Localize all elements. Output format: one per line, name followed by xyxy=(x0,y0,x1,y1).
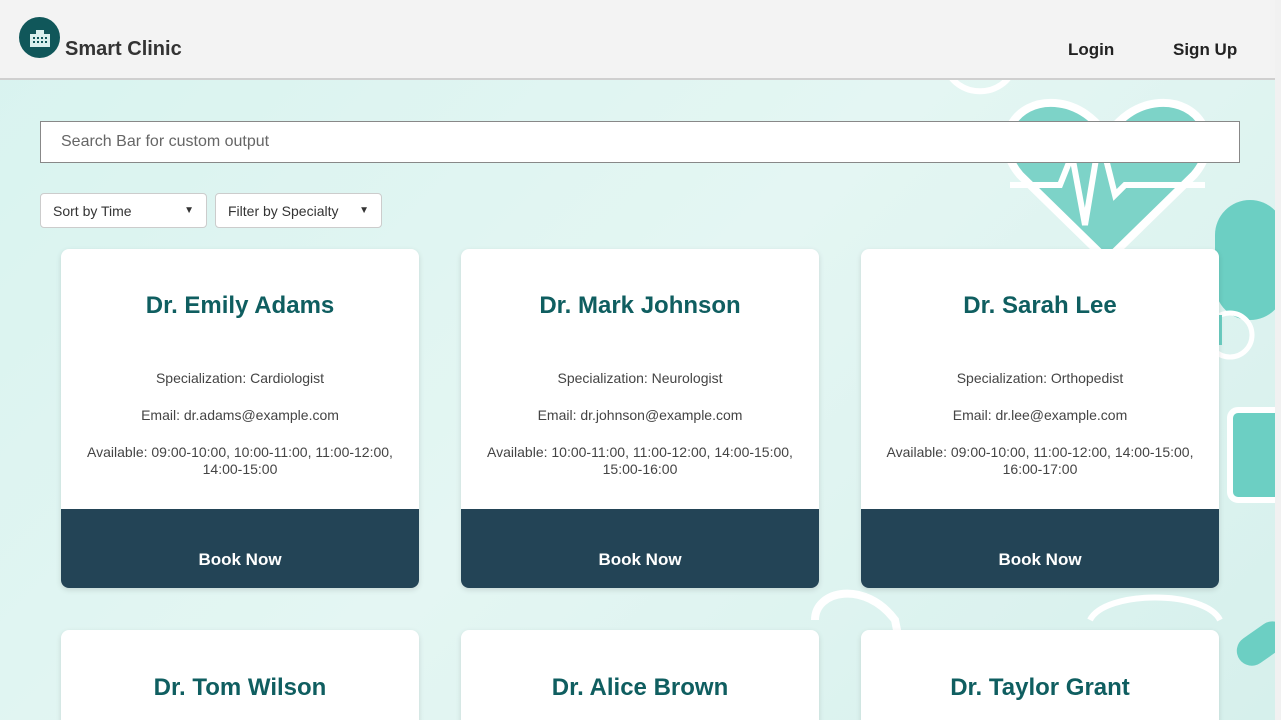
doctor-card: Dr. Taylor Grant xyxy=(861,630,1219,720)
doctor-card: Dr. Tom Wilson xyxy=(61,630,419,720)
hospital-icon xyxy=(29,29,50,47)
logo[interactable] xyxy=(19,17,60,58)
doctor-availability-cont: 16:00-17:00 xyxy=(1002,461,1078,477)
sort-select-value: Sort by Time xyxy=(53,202,132,219)
top-header: Smart Clinic Login Sign Up xyxy=(0,0,1275,80)
search-input[interactable] xyxy=(40,121,1240,163)
doctor-name: Dr. Tom Wilson xyxy=(153,674,327,701)
login-link[interactable]: Login xyxy=(1068,40,1114,60)
doctor-availability-cont: 15:00-16:00 xyxy=(602,461,678,477)
doctor-specialization: Specialization: Orthopedist xyxy=(956,370,1124,386)
doctor-card: Dr. Mark Johnson Specialization: Neurolo… xyxy=(461,249,819,588)
doctor-name: Dr. Taylor Grant xyxy=(950,674,1130,701)
doctor-email: Email: dr.lee@example.com xyxy=(952,407,1128,423)
doctor-card: Dr. Sarah Lee Specialization: Orthopedis… xyxy=(861,249,1219,588)
chevron-down-icon: ▼ xyxy=(184,205,194,216)
sort-select[interactable]: Sort by Time ▼ xyxy=(40,193,207,228)
doctor-card: Dr. Alice Brown xyxy=(461,630,819,720)
doctor-email: Email: dr.adams@example.com xyxy=(141,407,339,423)
ring-decoration xyxy=(1087,594,1223,622)
specialty-select-value: Filter by Specialty xyxy=(228,202,339,219)
brand-title: Smart Clinic xyxy=(65,38,182,60)
pill-decoration xyxy=(1236,621,1281,666)
doctor-specialization: Specialization: Neurologist xyxy=(557,370,723,386)
doctor-availability-cont: 14:00-15:00 xyxy=(202,461,278,477)
book-now-button[interactable]: Book Now xyxy=(61,509,419,588)
doctor-availability: Available: 09:00-10:00, 10:00-11:00, 11:… xyxy=(87,444,393,460)
specialty-select[interactable]: Filter by Specialty ▼ xyxy=(215,193,382,228)
doctor-card: Dr. Emily Adams Specialization: Cardiolo… xyxy=(61,249,419,588)
chevron-down-icon: ▼ xyxy=(359,205,369,216)
pill-decoration xyxy=(1215,200,1281,320)
doctor-name: Dr. Emily Adams xyxy=(145,292,335,319)
book-now-button[interactable]: Book Now xyxy=(861,509,1219,588)
doctor-name: Dr. Alice Brown xyxy=(551,674,729,701)
doctor-availability: Available: 09:00-10:00, 11:00-12:00, 14:… xyxy=(886,444,1194,460)
signup-link[interactable]: Sign Up xyxy=(1173,40,1237,60)
doctor-availability: Available: 10:00-11:00, 11:00-12:00, 14:… xyxy=(487,444,793,460)
book-now-button[interactable]: Book Now xyxy=(461,509,819,588)
doctor-name: Dr. Mark Johnson xyxy=(539,292,741,319)
doctor-specialization: Specialization: Cardiologist xyxy=(155,370,325,386)
doctor-email: Email: dr.johnson@example.com xyxy=(537,407,743,423)
scrollbar[interactable] xyxy=(1275,0,1281,720)
bandage-decoration xyxy=(1227,407,1281,503)
doctor-name: Dr. Sarah Lee xyxy=(963,292,1117,319)
